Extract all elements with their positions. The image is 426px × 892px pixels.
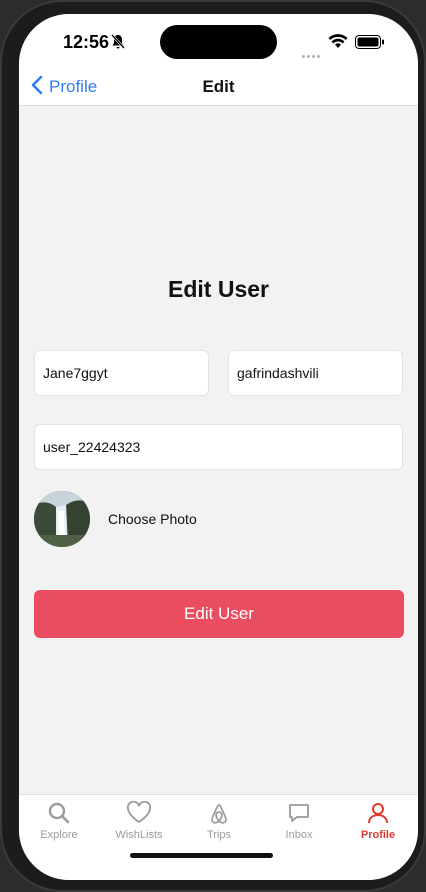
status-time: 12:56 (63, 32, 110, 52)
bell-slash-icon (111, 34, 125, 55)
last-name-field[interactable]: gafrindashvili (228, 350, 403, 396)
tab-bar: Explore WishLists Trips Inbox Profile (19, 794, 418, 880)
tab-inbox[interactable]: Inbox (259, 801, 339, 841)
heart-icon (99, 801, 179, 825)
tab-label: Inbox (285, 829, 313, 841)
app-screen: 12:56 Profile Edit Edit User Jane7ggyt g… (19, 14, 418, 880)
tab-label: Profile (360, 829, 396, 841)
tab-profile[interactable]: Profile (338, 801, 418, 841)
airbnb-logo-icon (179, 801, 259, 825)
choose-photo-button[interactable]: Choose Photo (108, 511, 197, 527)
cellular-signal-icon (302, 45, 324, 58)
home-indicator (130, 853, 273, 858)
search-icon (19, 801, 99, 825)
tab-explore[interactable]: Explore (19, 801, 99, 841)
page-title: Edit (202, 77, 235, 96)
tab-label: Trips (206, 829, 232, 841)
navigation-bar: Profile Edit (19, 68, 418, 106)
tab-label: Explore (40, 829, 78, 841)
person-icon (338, 801, 418, 825)
phone-frame: 12:56 Profile Edit Edit User Jane7ggyt g… (0, 0, 426, 892)
tab-trips[interactable]: Trips (179, 801, 259, 841)
edit-user-button[interactable]: Edit User (34, 590, 404, 638)
dynamic-island (160, 25, 277, 59)
tab-wishlists[interactable]: WishLists (99, 801, 179, 841)
username-field[interactable]: user_22424323 (34, 424, 403, 470)
photo-picker-row: Choose Photo (34, 491, 197, 547)
status-bar: 12:56 (19, 14, 418, 68)
tab-label: WishLists (115, 829, 163, 841)
first-name-field[interactable]: Jane7ggyt (34, 350, 209, 396)
wifi-icon (328, 34, 348, 54)
avatar[interactable] (34, 491, 90, 547)
battery-icon (355, 35, 385, 54)
form-heading: Edit User (168, 276, 269, 302)
chat-bubble-icon (259, 801, 339, 825)
